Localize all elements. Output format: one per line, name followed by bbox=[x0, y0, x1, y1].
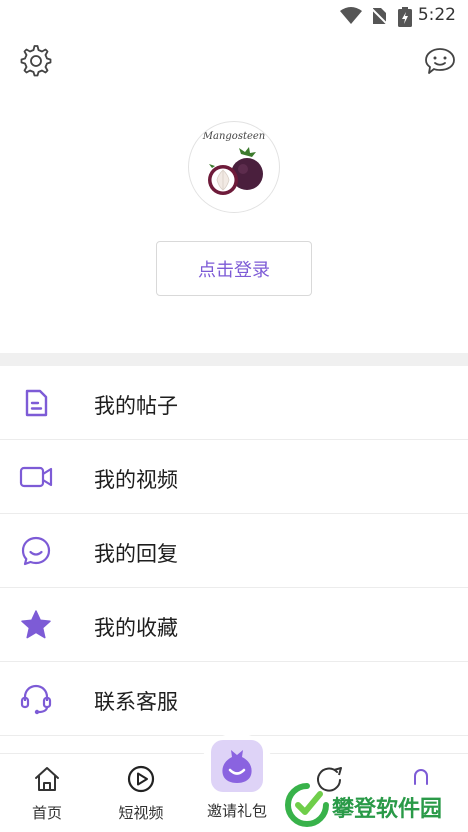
gear-icon[interactable] bbox=[19, 44, 53, 78]
battery-icon bbox=[398, 7, 412, 27]
status-bar: 5:22 bbox=[0, 0, 468, 32]
menu-item-my-videos[interactable]: 我的视频 bbox=[0, 440, 468, 514]
menu-item-label: 联系客服 bbox=[94, 690, 178, 714]
tab-short-video[interactable]: 短视频 bbox=[94, 754, 188, 832]
watermark-text: 攀登软件园 bbox=[332, 797, 443, 822]
tab-home[interactable]: 首页 bbox=[0, 754, 94, 832]
menu-item-my-replies[interactable]: 我的回复 bbox=[0, 514, 468, 588]
no-sim-icon bbox=[370, 7, 388, 25]
headset-icon bbox=[20, 684, 52, 715]
tab-label: 短视频 bbox=[118, 804, 164, 822]
video-camera-icon bbox=[19, 466, 53, 488]
watermark: 攀登软件园 bbox=[284, 782, 464, 828]
menu-item-my-posts[interactable]: 我的帖子 bbox=[0, 366, 468, 440]
mangosteen-icon bbox=[208, 147, 263, 195]
gift-bag-icon bbox=[222, 750, 252, 783]
wifi-icon bbox=[340, 7, 362, 24]
invite-tab-label: 邀请礼包 bbox=[206, 802, 267, 820]
smile-bubble-icon bbox=[21, 536, 51, 566]
chat-bubble-icon[interactable] bbox=[423, 44, 457, 78]
profile-menu: 我的帖子 我的视频 我的回复 我的收藏 联系客服 bbox=[0, 366, 468, 736]
menu-item-label: 我的回复 bbox=[94, 542, 178, 566]
document-icon bbox=[25, 389, 48, 417]
menu-item-customer-service[interactable]: 联系客服 bbox=[0, 662, 468, 736]
menu-item-my-favorites[interactable]: 我的收藏 bbox=[0, 588, 468, 662]
tab-invite-gift[interactable] bbox=[211, 740, 263, 792]
status-time: 5:22 bbox=[417, 5, 456, 25]
menu-item-label: 我的视频 bbox=[94, 468, 178, 492]
menu-item-label: 我的收藏 bbox=[94, 616, 178, 640]
avatar[interactable]: Mangosteen bbox=[188, 121, 280, 213]
section-divider bbox=[0, 353, 468, 366]
home-icon bbox=[35, 767, 59, 791]
tab-label: 首页 bbox=[31, 804, 62, 822]
star-icon bbox=[21, 610, 51, 639]
menu-item-label: 我的帖子 bbox=[94, 394, 178, 418]
login-button[interactable]: 点击登录 bbox=[156, 241, 312, 296]
watermark-logo-icon bbox=[285, 783, 329, 827]
play-circle-icon bbox=[127, 765, 155, 793]
